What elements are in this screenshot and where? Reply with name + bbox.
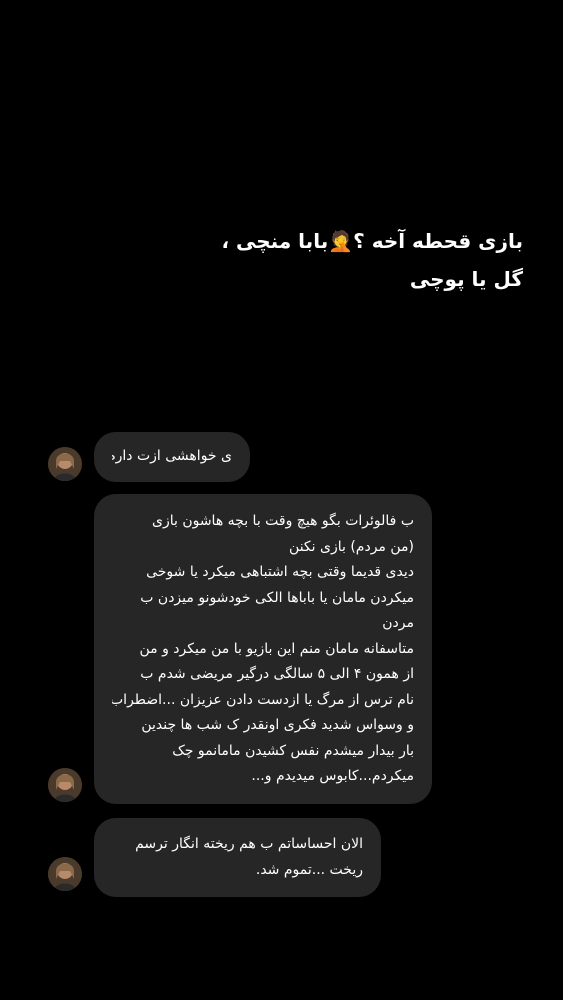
avatar-photo-icon [48, 768, 82, 802]
message-text: دیدی قدیما وقتی بچه اشتباهی میکرد یا شوخ… [146, 564, 414, 580]
message-text: بار بیدار میشدم نفس کشیدن مامانمو چک [172, 742, 414, 759]
message-text: الان احساساتم ب هم ریخته انگار ترسم [135, 836, 363, 852]
avatar-photo-icon [48, 857, 82, 891]
caption-line-1-rest: بابا منچی ، [221, 229, 329, 253]
sender-avatar[interactable] [48, 768, 82, 802]
message-text: ب فالوئرات بگو هیچ وقت با بچه هاشون بازی [151, 513, 414, 529]
message-text: ریخت ...تموم شد. [255, 861, 363, 878]
story-caption: بازی قحطه آخه ؟🤦بابا منچی ، گل یا پوچی [103, 222, 523, 298]
message-text: متاسفانه مامان منم این بازیو با من میکرد… [139, 640, 414, 657]
message-text: از همون ۴ الی ۵ سالگی درگیر مریضی شدم ب [140, 666, 414, 682]
caption-line-1: بازی قحطه آخه ؟🤦بابا منچی ، [103, 222, 523, 260]
message-bubble[interactable]: الان احساساتم ب هم ریخته انگار ترسم ریخت… [94, 818, 381, 897]
avatar-photo-icon [48, 447, 82, 481]
message-text: مردن [382, 615, 414, 631]
message-text: (من مردم) بازی نکنن [289, 538, 414, 555]
message-text: میکردم...کابوس میدیدم و... [251, 768, 414, 784]
caption-line-2: گل یا پوچی [409, 267, 523, 291]
facepalm-emoji-icon: 🤦 [328, 229, 354, 253]
message-text: میکردن مامان یا باباها الکی خودشونو میزد… [140, 589, 414, 606]
caption-line-1-text: بازی قحطه آخه ؟ [353, 229, 523, 253]
message-text: و وسواس شدید فکری اونقدر ک شب ها چندین [141, 717, 414, 733]
message-bubble[interactable]: ب فالوئرات بگو هیچ وقت با بچه هاشون بازی… [94, 494, 432, 804]
message-bubble[interactable]: ی خواهشی ازت دارم [94, 432, 250, 482]
message-text: ی خواهشی ازت دارم [112, 448, 232, 464]
sender-avatar[interactable] [48, 447, 82, 481]
sender-avatar[interactable] [48, 857, 82, 891]
message-text: نام ترس از مرگ یا ازدست دادن عزیزان ...ا… [112, 691, 414, 708]
